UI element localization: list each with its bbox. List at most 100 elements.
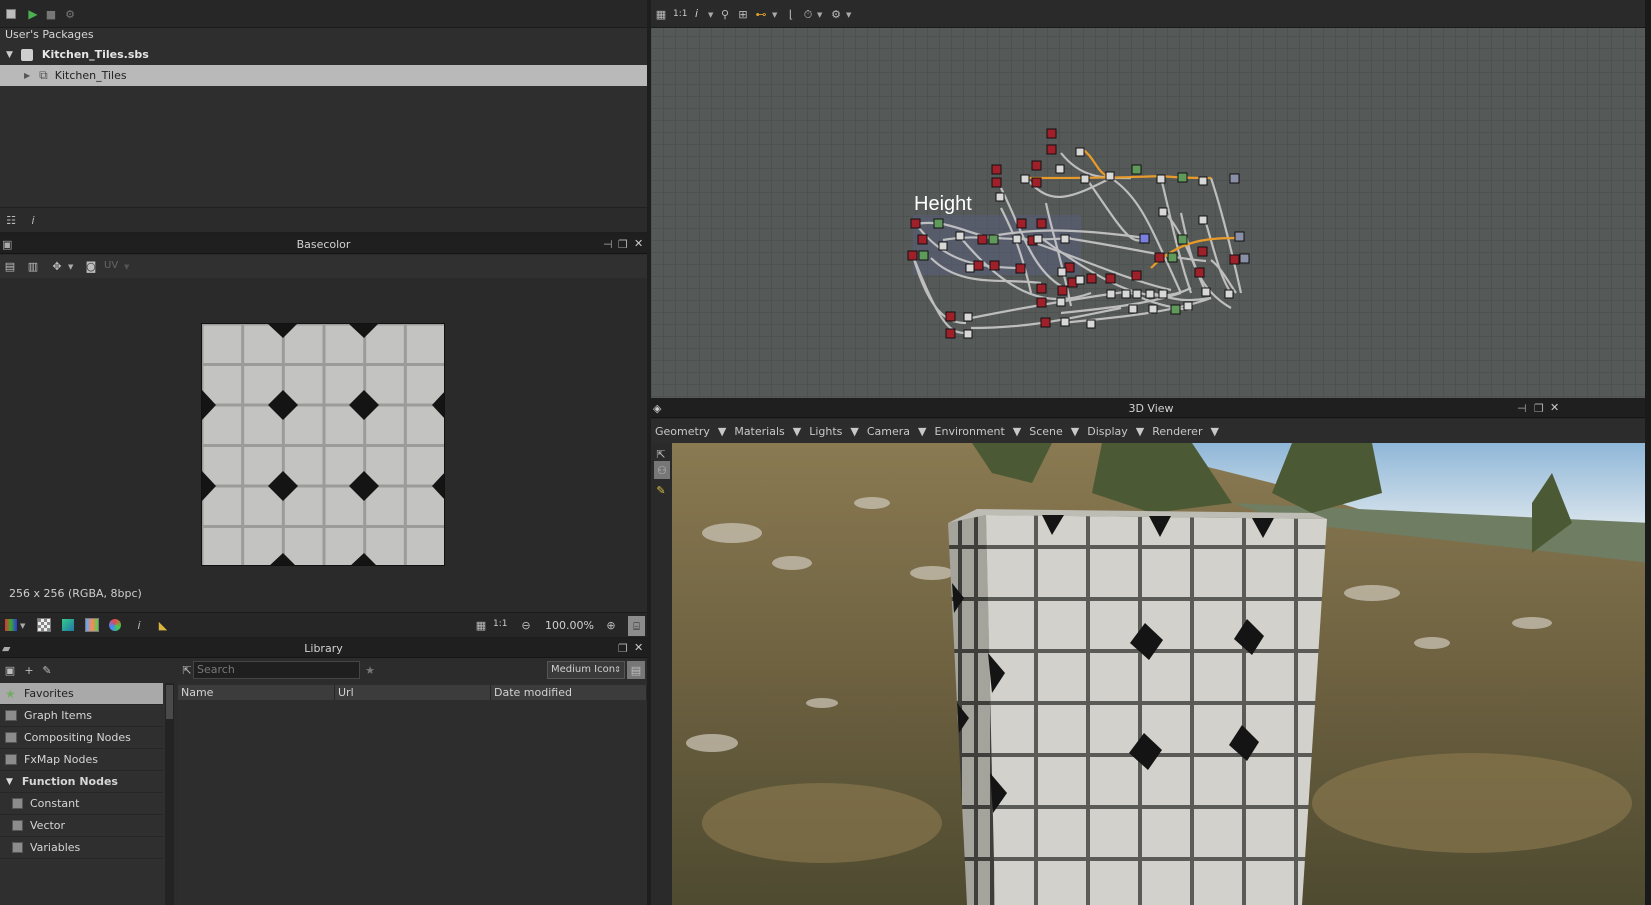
library-item-function-nodes[interactable]: ▼ Function Nodes [0, 771, 163, 793]
graph-item-row[interactable]: ▶ ⧉ Kitchen_Tiles [0, 65, 647, 86]
info-icon[interactable]: i [695, 7, 698, 20]
play-icon[interactable]: ▶ [26, 7, 40, 21]
camera-icon[interactable]: ◙ [84, 259, 98, 273]
zoom-level[interactable]: 100.00% [545, 619, 594, 632]
chevron-down-icon[interactable]: ▼ [850, 425, 858, 438]
chevron-down-icon[interactable]: ▼ [718, 425, 726, 438]
menu-scene[interactable]: Scene [1029, 425, 1063, 438]
expand-icon[interactable]: ▼ [6, 777, 13, 787]
chevron-down-icon[interactable]: ▼ [1013, 425, 1021, 438]
frame-all-icon[interactable]: ▦ [654, 7, 668, 21]
timer-chevron-icon[interactable]: ▼ [817, 11, 822, 19]
alpha-checker-icon[interactable] [37, 618, 51, 632]
histogram-color-icon[interactable] [108, 618, 122, 632]
color-picker-icon[interactable] [85, 618, 99, 632]
library-scrollbar[interactable] [165, 683, 174, 905]
node-graph[interactable] [651, 28, 1651, 398]
scroll-thumb[interactable] [166, 685, 173, 719]
library-search-input[interactable]: Search [193, 661, 360, 679]
comment-icon [5, 710, 17, 721]
timer-icon[interactable]: ⏱ [801, 7, 815, 21]
menu-camera[interactable]: Camera [867, 425, 910, 438]
star-icon: ★ [5, 687, 16, 701]
float-window-icon[interactable]: ❐ [1534, 402, 1544, 415]
column-url[interactable]: Url [335, 685, 491, 700]
uv-toggle[interactable]: UV [104, 260, 118, 271]
export-icon[interactable]: ▥ [26, 259, 40, 273]
float-window-icon[interactable]: ❐ [618, 238, 628, 251]
menu-geometry[interactable]: Geometry [655, 425, 710, 438]
chevron-down-icon[interactable]: ▼ [1071, 425, 1079, 438]
info-chevron-icon[interactable]: ▼ [708, 11, 713, 19]
info-icon[interactable]: i [26, 213, 40, 227]
channel-chevron-icon[interactable]: ▼ [20, 622, 25, 630]
zoom-in-icon[interactable]: ⊕ [604, 618, 618, 632]
ratio-button[interactable]: 1:1 [673, 9, 687, 19]
library-item-graph-items[interactable]: Graph Items [0, 705, 163, 727]
connector-icon[interactable]: ⌊ [784, 7, 798, 21]
gear-icon[interactable]: ⚙ [829, 7, 843, 21]
uv-chevron-icon[interactable]: ▼ [124, 263, 129, 271]
library-item-compositing-nodes[interactable]: Compositing Nodes [0, 727, 163, 749]
expand-arrow-icon[interactable]: ▼ [6, 50, 13, 60]
camera-mode-icon[interactable]: ⚇ [654, 461, 670, 479]
tiling-icon[interactable] [61, 618, 75, 632]
package-row[interactable]: ▼ Kitchen_Tiles.sbs [0, 44, 647, 65]
column-date-modified[interactable]: Date modified [491, 685, 647, 700]
menu-materials[interactable]: Materials [734, 425, 784, 438]
pin-icon[interactable]: ⊣ [1517, 402, 1527, 415]
info-icon[interactable]: i [132, 618, 146, 632]
collapse-arrow-icon[interactable]: ▶ [24, 71, 30, 80]
gear-chevron-icon[interactable]: ▼ [846, 11, 851, 19]
preview-toggle-icon[interactable]: ▤ [627, 661, 645, 679]
edit-icon[interactable]: ✎ [40, 663, 54, 677]
menu-lights[interactable]: Lights [809, 425, 842, 438]
library-new-folder-icon[interactable]: ▣ [3, 663, 17, 677]
add-icon[interactable]: + [22, 663, 36, 677]
layout-icon[interactable]: ⊞ [736, 7, 750, 21]
histogram-icon[interactable]: ◣ [156, 618, 170, 632]
settings-gear-icon[interactable]: ⚙ [63, 7, 77, 21]
publish-icon[interactable]: ■ [44, 7, 58, 21]
3d-viewport[interactable] [672, 443, 1651, 905]
open-external-icon[interactable]: ⇱ [654, 447, 668, 461]
chevron-down-icon[interactable]: ▼ [793, 425, 801, 438]
save-icon[interactable] [4, 7, 18, 21]
library-item-favorites[interactable]: ★ Favorites [0, 683, 163, 705]
chevron-down-icon[interactable]: ▼ [918, 425, 926, 438]
ratio-button[interactable]: 1:1 [493, 619, 507, 629]
library-item-variables[interactable]: Variables [0, 837, 163, 859]
menu-environment[interactable]: Environment [935, 425, 1005, 438]
menu-renderer[interactable]: Renderer [1152, 425, 1202, 438]
column-name[interactable]: Name [178, 685, 335, 700]
frame-label[interactable]: Height [914, 193, 972, 216]
view-mode-select[interactable]: Medium Icon ⇕ [547, 661, 625, 679]
favorite-star-icon[interactable]: ★ [363, 663, 377, 677]
display-mode-icon[interactable]: ▤ [3, 259, 17, 273]
pin-icon[interactable]: ⊣ [603, 238, 613, 251]
close-icon[interactable]: ✕ [634, 641, 643, 654]
float-window-icon[interactable]: ❐ [618, 642, 628, 655]
fit-view-icon[interactable]: ▦ [474, 618, 488, 632]
library-item-fxmap-nodes[interactable]: FxMap Nodes [0, 749, 163, 771]
library-item-constant[interactable]: Constant [0, 793, 163, 815]
lock-view-icon[interactable]: ⌸ [628, 616, 645, 636]
zoom-icon[interactable]: ⚲ [718, 7, 732, 21]
close-icon[interactable]: ✕ [634, 237, 643, 250]
light-tool-icon[interactable]: ✎ [654, 483, 668, 497]
close-icon[interactable]: ✕ [1550, 401, 1559, 414]
graph-editor[interactable]: ▦ 1:1 i ▼ ⚲ ⊞ ⊷ ▼ ⌊ ⏱ ▼ ⚙ ▼ Height [651, 0, 1651, 398]
link-style-icon[interactable]: ⊷ [754, 7, 768, 21]
chevron-down-icon[interactable]: ▼ [1210, 425, 1218, 438]
view-options-icon[interactable]: ✥ [50, 259, 64, 273]
chevron-down-icon[interactable]: ▼ [1136, 425, 1144, 438]
channel-rgb-icon[interactable] [4, 618, 18, 632]
link-chevron-icon[interactable]: ▼ [772, 11, 777, 19]
open-external-icon[interactable]: ⇱ [180, 663, 194, 677]
library-item-vector[interactable]: Vector [0, 815, 163, 837]
tree-view-icon[interactable]: ☷ [4, 213, 18, 227]
zoom-out-icon[interactable]: ⊖ [519, 618, 533, 632]
chevron-down-icon[interactable]: ▼ [68, 263, 73, 271]
basecolor-preview[interactable] [201, 323, 445, 566]
menu-display[interactable]: Display [1087, 425, 1128, 438]
